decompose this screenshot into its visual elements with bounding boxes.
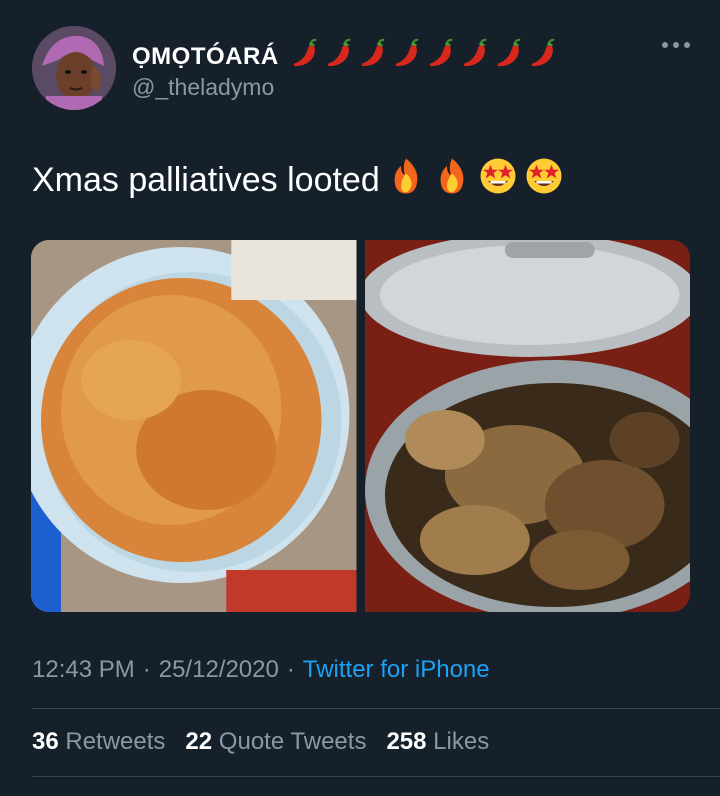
meta-separator: · xyxy=(142,656,151,683)
chili-pepper-icon xyxy=(425,38,455,75)
tweet-meta: 12:43 PM · 25/12/2020 · Twitter for iPho… xyxy=(32,656,490,684)
jollof-rice-photo[interactable] xyxy=(31,240,357,612)
tweet-date[interactable]: 25/12/2020 xyxy=(159,656,279,684)
tweet-text: Xmas palliatives looted xyxy=(32,156,564,205)
tweet-source-link[interactable]: Twitter for iPhone xyxy=(303,656,490,684)
meta-separator: · xyxy=(286,656,295,683)
chili-pepper-icon xyxy=(323,38,353,75)
media-grid xyxy=(31,240,690,612)
fire-icon xyxy=(432,156,472,205)
divider xyxy=(32,776,720,777)
tweet-emoji-row xyxy=(386,156,564,205)
tweet-time[interactable]: 12:43 PM xyxy=(32,656,135,684)
tweet-text-content: Xmas palliatives looted xyxy=(32,161,380,199)
name-emoji-row xyxy=(289,38,557,75)
retweets-label: Retweets xyxy=(65,728,166,755)
retweets-stat[interactable]: 36 Retweets xyxy=(32,728,165,756)
retweets-count: 36 xyxy=(32,728,59,755)
fire-icon xyxy=(386,156,426,205)
chili-pepper-icon xyxy=(459,38,489,75)
tweet-stats: 36 Retweets 22 Quote Tweets 258 Likes xyxy=(32,728,489,756)
likes-count: 258 xyxy=(386,728,427,755)
star-struck-face-icon xyxy=(524,156,564,205)
likes-stat[interactable]: 258 Likes xyxy=(386,728,489,756)
avatar[interactable] xyxy=(32,26,116,110)
likes-label: Likes xyxy=(433,728,490,755)
more-options-icon[interactable] xyxy=(662,42,690,48)
display-name-text: ỌMỌTÓARÁ xyxy=(132,42,279,70)
chili-pepper-icon xyxy=(357,38,387,75)
tweet-card: ỌMỌTÓARÁ @_theladymo Xmas palliatives lo… xyxy=(0,0,720,796)
chili-pepper-icon xyxy=(493,38,523,75)
chili-pepper-icon xyxy=(391,38,421,75)
chili-pepper-icon xyxy=(527,38,557,75)
quote-tweets-count: 22 xyxy=(185,728,213,755)
divider xyxy=(32,708,720,709)
display-name[interactable]: ỌMỌTÓARÁ xyxy=(132,38,557,75)
quote-tweets-label: Quote Tweets xyxy=(218,728,367,755)
chili-pepper-icon xyxy=(289,38,319,75)
cooked-meat-pot-photo[interactable] xyxy=(364,240,690,612)
user-handle[interactable]: @_theladymo xyxy=(132,74,274,101)
star-struck-face-icon xyxy=(478,156,518,205)
quote-tweets-stat[interactable]: 22 Quote Tweets xyxy=(185,728,366,756)
